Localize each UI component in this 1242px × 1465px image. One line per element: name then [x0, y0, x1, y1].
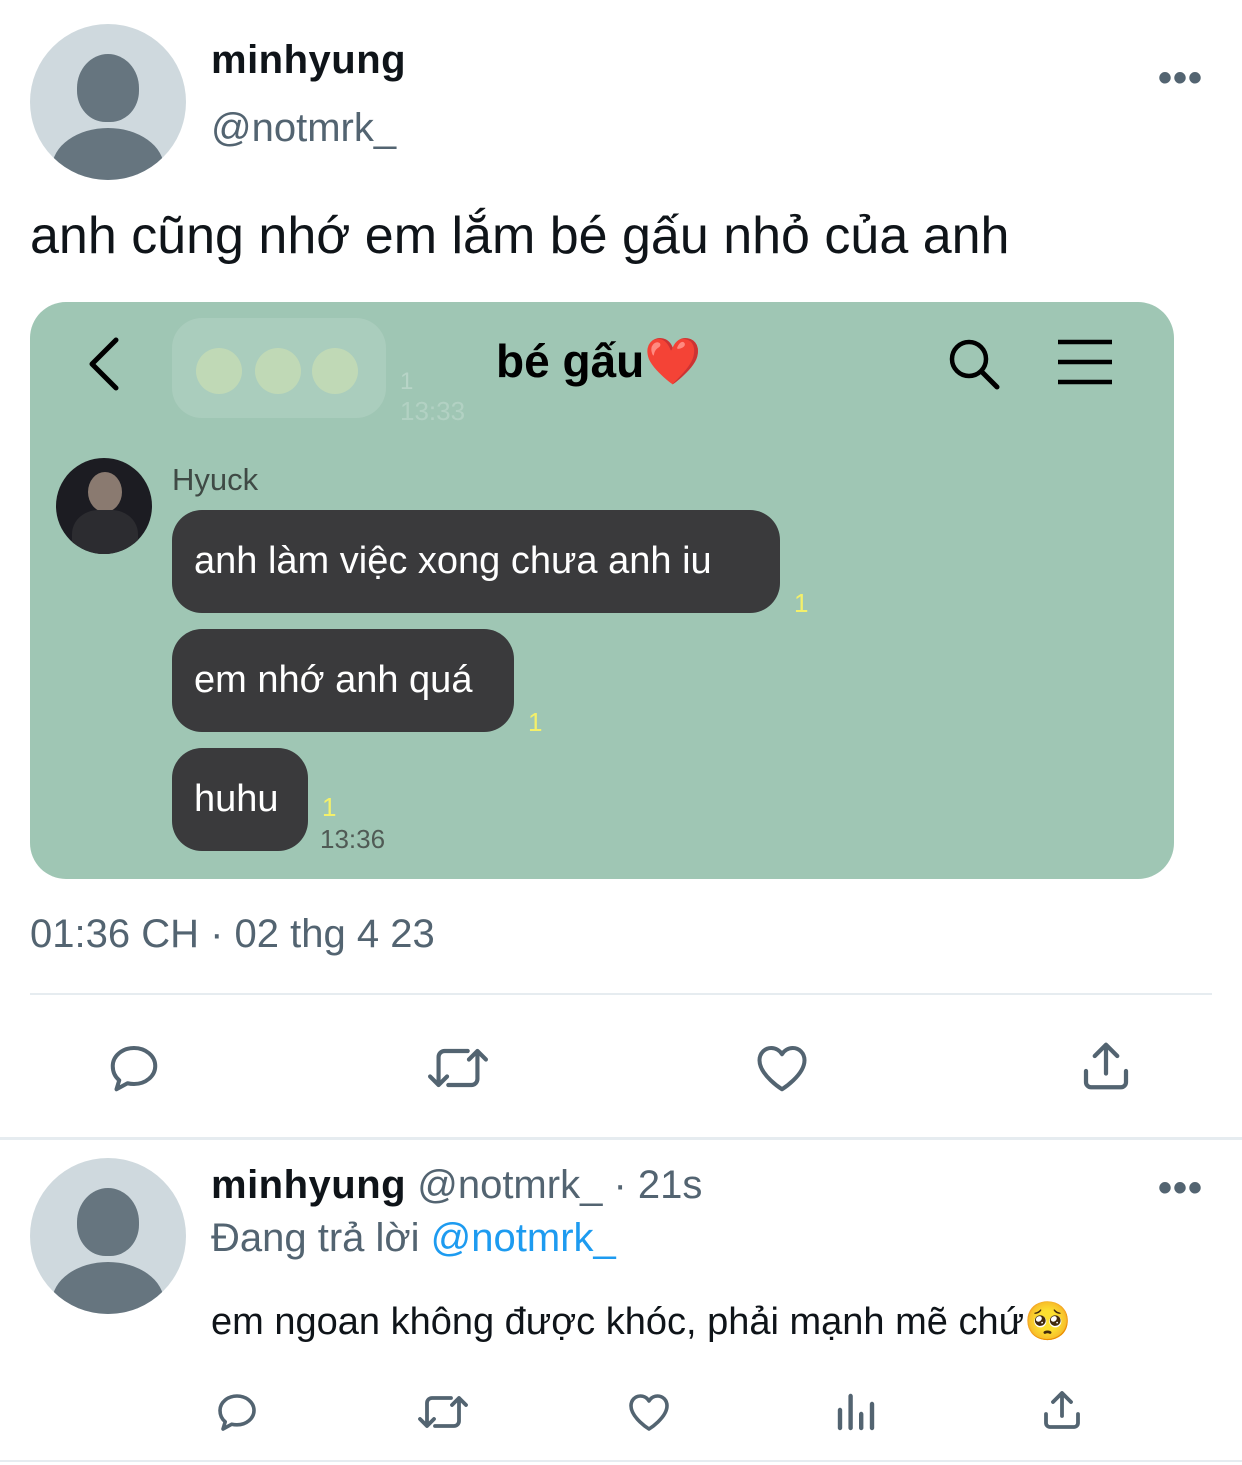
reply-handle[interactable]: @notmrk_ — [417, 1163, 602, 1207]
retweet-icon[interactable] — [424, 1038, 492, 1098]
like-icon[interactable] — [752, 1038, 812, 1098]
menu-icon — [1058, 339, 1112, 385]
replying-to-line: Đang trả lời @notmrk_ — [211, 1216, 616, 1261]
reply-avatar[interactable] — [30, 1158, 186, 1314]
attached-image[interactable]: 1 13:33 bé gấu❤️ Hyuck anh làm việc xong… — [30, 302, 1174, 879]
reply-like-icon[interactable] — [625, 1388, 673, 1436]
heart-emoji: ❤️ — [644, 335, 702, 387]
reply-retweet-icon[interactable] — [415, 1388, 471, 1436]
separator-dot: · — [613, 1163, 627, 1207]
message-time: 13:36 — [320, 824, 386, 854]
reply-text: em ngoan không được khóc, phải mạnh mẽ c… — [211, 1301, 1072, 1343]
reply-display-name[interactable]: minhyung — [211, 1163, 406, 1207]
divider — [30, 993, 1212, 995]
user-handle[interactable]: @notmrk_ — [211, 106, 396, 151]
message-bubble: anh làm việc xong chưa anh iu — [172, 510, 780, 613]
more-options-icon[interactable]: ••• — [1158, 56, 1203, 101]
reply-reply-icon[interactable] — [213, 1388, 261, 1436]
replying-to-handle[interactable]: @notmrk_ — [431, 1216, 616, 1260]
chat-title: bé gấu❤️ — [496, 335, 702, 387]
analytics-icon[interactable] — [832, 1388, 880, 1436]
avatar-body-shape — [52, 128, 164, 180]
avatar-head-shape — [77, 1188, 139, 1256]
section-divider — [0, 1137, 1242, 1140]
ghost-emoji — [255, 348, 301, 394]
sender-name: Hyuck — [172, 462, 259, 497]
reply-header: minhyung @notmrk_ · 21s — [211, 1163, 702, 1208]
unread-count: 1 — [794, 588, 809, 618]
message-bubble: huhu — [172, 748, 308, 851]
tweet-text: anh cũng nhớ em lắm bé gấu nhỏ của anh — [30, 207, 1010, 265]
replying-prefix: Đang trả lời — [211, 1216, 420, 1260]
avatar-body-shape — [52, 1262, 164, 1314]
avatar-head-shape — [77, 54, 139, 122]
unread-count: 1 — [528, 707, 543, 737]
reply-more-options-icon[interactable]: ••• — [1158, 1166, 1203, 1211]
sender-avatar — [56, 458, 152, 554]
unread-count: 1 — [322, 792, 337, 822]
reply-time[interactable]: 21s — [638, 1163, 703, 1207]
reply-icon[interactable] — [104, 1038, 164, 1098]
back-chevron-icon — [89, 337, 119, 391]
message-bubble: em nhớ anh quá — [172, 629, 514, 732]
display-name[interactable]: minhyung — [211, 38, 406, 83]
pleading-face-emoji: 🥺 — [1024, 1301, 1072, 1343]
ghost-time: 13:33 — [400, 396, 466, 426]
ghost-emoji — [312, 348, 358, 394]
tweet-timestamp[interactable]: 01:36 CH · 02 thg 4 23 — [30, 912, 435, 957]
avatar[interactable] — [30, 24, 186, 180]
search-icon — [949, 339, 1000, 390]
bottom-divider — [0, 1460, 1242, 1462]
ghost-unread: 1 — [400, 368, 414, 395]
ghost-emoji — [196, 348, 242, 394]
share-icon[interactable] — [1076, 1036, 1136, 1096]
reply-share-icon[interactable] — [1038, 1386, 1086, 1434]
